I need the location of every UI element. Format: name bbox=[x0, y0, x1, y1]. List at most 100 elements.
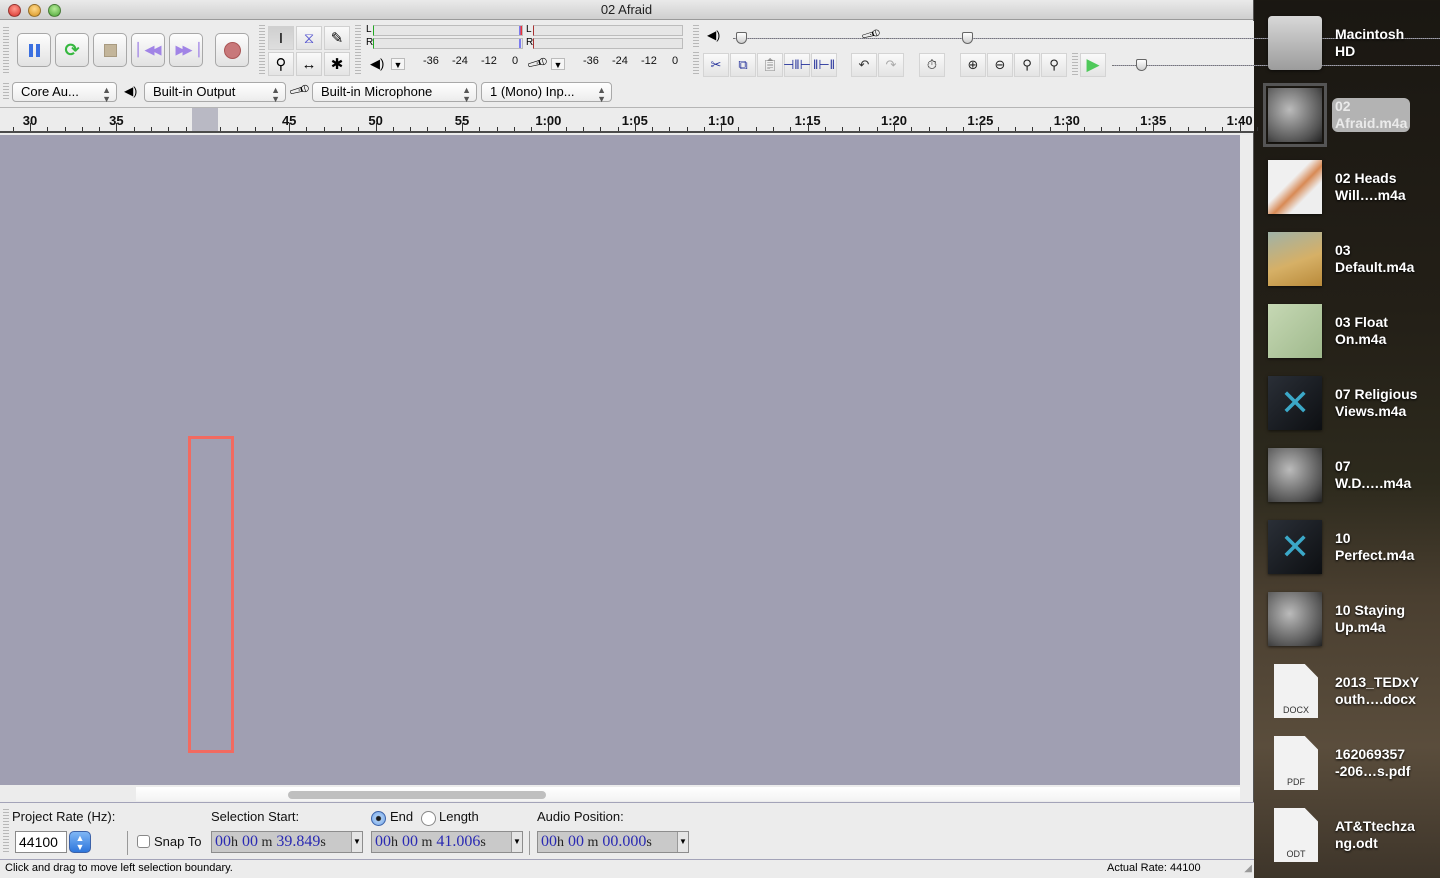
record-meter-left-label: L bbox=[526, 24, 532, 35]
project-rate-stepper[interactable]: ▲ ▼ bbox=[69, 831, 91, 853]
record-meter-left[interactable] bbox=[533, 25, 683, 36]
pause-button[interactable] bbox=[17, 33, 51, 67]
redo-button[interactable]: ↷ bbox=[878, 53, 904, 77]
stop-button[interactable] bbox=[93, 33, 127, 67]
cut-button[interactable]: ✂ bbox=[703, 53, 729, 77]
input-channels-select[interactable]: 1 (Mono) Inp... ▲ ▼ bbox=[481, 82, 612, 104]
play-at-speed-grip[interactable] bbox=[1072, 53, 1078, 75]
desktop-item[interactable]: PDF 162069357 -206…s.pdf bbox=[1266, 730, 1440, 798]
mixer-toolbar-grip[interactable] bbox=[693, 25, 699, 47]
output-device-value: Built-in Output bbox=[153, 84, 236, 99]
desktop-item[interactable]: ✕ 10 Perfect.m4a bbox=[1266, 514, 1440, 582]
selection-boundary-handle[interactable] bbox=[192, 108, 218, 131]
selection-start-field[interactable]: 00h 00 m 39.849s ▼ bbox=[211, 831, 363, 853]
selection-start-label: Selection Start: bbox=[211, 809, 300, 824]
selection-toolbar-grip[interactable] bbox=[3, 809, 9, 853]
selection-end-format-menu[interactable]: ▼ bbox=[511, 832, 522, 852]
timeline-ruler[interactable]: 3035404550551:001:051:101:151:201:251:30… bbox=[0, 108, 1258, 133]
record-meter-right[interactable] bbox=[533, 38, 683, 49]
play-button[interactable]: ⟳ bbox=[55, 33, 89, 67]
selection-tool[interactable]: I bbox=[268, 26, 294, 50]
play-at-speed-button[interactable]: ▶ bbox=[1080, 53, 1106, 77]
transport-toolbar-grip[interactable] bbox=[3, 27, 9, 73]
draw-tool[interactable]: ✎ bbox=[324, 26, 350, 50]
desktop-item[interactable]: ODT AT&Ttechza ng.odt bbox=[1266, 802, 1440, 870]
audio-position-field[interactable]: 00h 00 m 00.000s ▼ bbox=[537, 831, 689, 853]
playback-meter-left[interactable] bbox=[373, 25, 523, 36]
meter-tick: -24 bbox=[612, 55, 628, 67]
desktop-item[interactable]: 10 Staying Up.m4a bbox=[1266, 586, 1440, 654]
zoom-window-button[interactable] bbox=[48, 4, 61, 17]
skip-to-end-button[interactable]: ▶▶▕ bbox=[169, 33, 203, 67]
record-volume-slider[interactable] bbox=[887, 30, 1440, 44]
desktop-item[interactable]: ✕ 07 Religious Views.m4a bbox=[1266, 370, 1440, 438]
selection-start-format-menu[interactable]: ▼ bbox=[351, 832, 362, 852]
desktop-item-label: 03 Default.m4a bbox=[1335, 242, 1415, 275]
title-bar: 02 Afraid bbox=[0, 0, 1253, 20]
playback-meter-right[interactable] bbox=[373, 38, 523, 49]
desktop-item[interactable]: DOCX 2013_TEDxY outh….docx bbox=[1266, 658, 1440, 726]
horizontal-scroll-thumb[interactable] bbox=[288, 791, 546, 799]
fit-project-button[interactable]: ⚲ bbox=[1041, 53, 1067, 77]
timeline-tick bbox=[47, 127, 49, 131]
trim-button[interactable]: ⊣‖⊢ bbox=[783, 53, 811, 77]
project-rate-label: Project Rate (Hz): bbox=[12, 809, 116, 824]
timeline-tick bbox=[1032, 127, 1034, 131]
copy-button[interactable]: ⧉ bbox=[730, 53, 756, 77]
play-speed-slider[interactable] bbox=[1112, 57, 1440, 71]
horizontal-scrollbar[interactable] bbox=[136, 787, 1240, 801]
minimize-window-button[interactable] bbox=[28, 4, 41, 17]
resize-grip-icon[interactable]: ◢ bbox=[1244, 860, 1252, 877]
desktop-item[interactable]: 02 Afraid.m4a bbox=[1263, 82, 1440, 150]
zoom-tool[interactable]: ⚲ bbox=[268, 52, 294, 76]
close-window-button[interactable] bbox=[8, 4, 21, 17]
desktop-item[interactable]: Macintosh HD bbox=[1266, 10, 1440, 78]
zoom-tool-icon: ⚲ bbox=[275, 56, 287, 73]
record-volume-icon: 🎤︎ bbox=[859, 22, 883, 46]
snap-to-checkbox[interactable] bbox=[137, 835, 150, 848]
selection-end-field[interactable]: 00h 00 m 41.006s ▼ bbox=[371, 831, 523, 853]
record-meter-menu[interactable]: ▼ bbox=[551, 58, 565, 70]
playback-volume-slider[interactable] bbox=[733, 30, 1440, 44]
playback-meter-left-label: L bbox=[366, 24, 372, 35]
paste-button[interactable]: 📋︎ bbox=[757, 53, 783, 77]
timeshift-tool[interactable]: ↔ bbox=[296, 52, 322, 76]
timeline-tick bbox=[1135, 127, 1137, 131]
edit-toolbar-grip[interactable] bbox=[693, 52, 699, 76]
album-art-icon: ✕ bbox=[1268, 520, 1322, 574]
meter-toolbar-grip[interactable] bbox=[355, 25, 361, 75]
audio-position-format-menu[interactable]: ▼ bbox=[677, 832, 688, 852]
desktop-item[interactable]: 02 Heads Will….m4a bbox=[1266, 154, 1440, 222]
desktop-item[interactable]: 07 W.D.….m4a bbox=[1266, 442, 1440, 510]
length-radio[interactable] bbox=[421, 811, 436, 826]
tools-toolbar-grip[interactable] bbox=[259, 25, 265, 75]
envelope-tool[interactable]: ⧖ bbox=[296, 26, 322, 50]
playback-meter-menu[interactable]: ▼ bbox=[391, 58, 405, 70]
timeline-tick bbox=[271, 127, 273, 131]
multi-tool[interactable]: ✱ bbox=[324, 52, 350, 76]
project-rate-input[interactable]: 44100 bbox=[15, 831, 67, 853]
sync-lock-button[interactable]: ⏱ bbox=[919, 53, 945, 77]
end-radio[interactable] bbox=[371, 811, 386, 826]
zoom-in-button[interactable]: ⊕ bbox=[960, 53, 986, 77]
audio-host-select[interactable]: Core Au... ▲ ▼ bbox=[12, 82, 117, 104]
record-button[interactable] bbox=[215, 33, 249, 67]
selection-tool-icon: I bbox=[278, 29, 284, 47]
skip-to-start-button[interactable]: ▏◀◀ bbox=[131, 33, 165, 67]
meter-tick: -12 bbox=[481, 55, 497, 67]
input-device-value: Built-in Microphone bbox=[321, 84, 433, 99]
desktop-item[interactable]: 03 Default.m4a bbox=[1266, 226, 1440, 294]
end-label: End bbox=[390, 809, 414, 824]
undo-button[interactable]: ↶ bbox=[851, 53, 877, 77]
stop-icon bbox=[103, 43, 117, 57]
zoom-out-icon: ⊖ bbox=[994, 57, 1006, 72]
timeline-tick bbox=[30, 123, 31, 131]
timeline-tick bbox=[807, 123, 809, 131]
output-device-select[interactable]: Built-in Output ▲ ▼ bbox=[144, 82, 286, 104]
input-device-select[interactable]: Built-in Microphone ▲ ▼ bbox=[312, 82, 477, 104]
zoom-out-button[interactable]: ⊖ bbox=[987, 53, 1013, 77]
fit-selection-button[interactable]: ⚲ bbox=[1014, 53, 1040, 77]
device-toolbar-grip[interactable] bbox=[3, 83, 9, 101]
desktop-item[interactable]: 03 Float On.m4a bbox=[1266, 298, 1440, 366]
silence-button[interactable]: ‖⊢‖ bbox=[811, 53, 837, 77]
